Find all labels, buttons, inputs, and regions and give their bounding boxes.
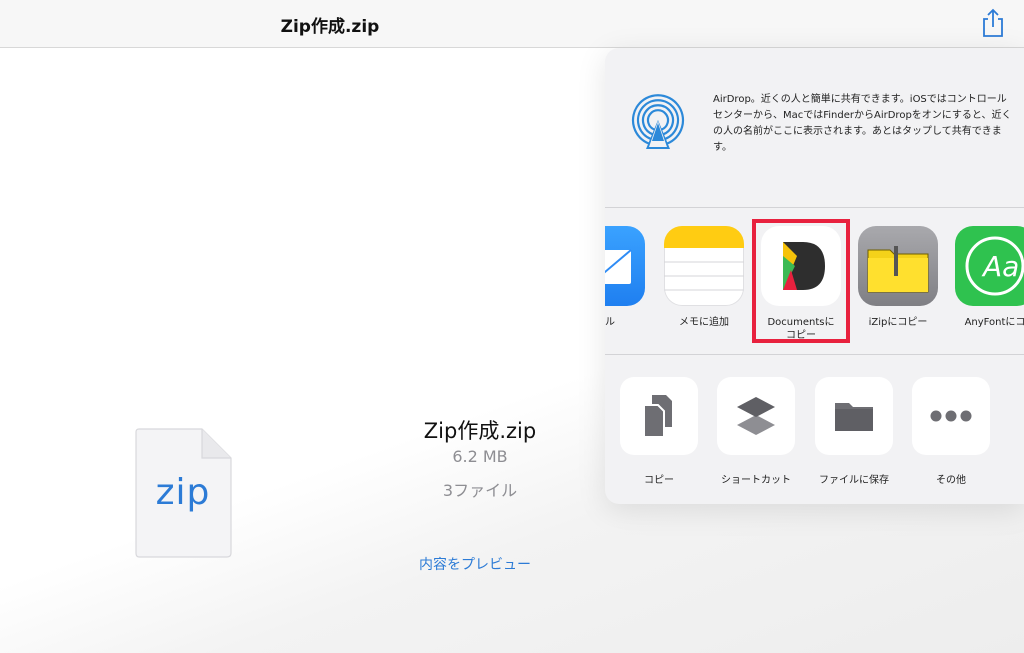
notes-icon — [664, 226, 744, 306]
more-icon — [912, 377, 990, 455]
file-size: 6.2 MB — [452, 447, 508, 466]
action-shortcuts[interactable]: ショートカット — [717, 377, 795, 487]
app-anyfont[interactable]: Aa AnyFontにコ — [955, 226, 1024, 346]
app-label: AnyFontにコ — [964, 317, 1024, 328]
copy-icon — [620, 377, 698, 455]
action-label: その他 — [936, 475, 966, 486]
share-icon[interactable] — [980, 8, 1006, 38]
app-label: ール — [605, 317, 615, 328]
share-sheet: AirDrop。近くの人と簡単に共有できます。iOSではコントロールセンターから… — [605, 48, 1024, 504]
action-more[interactable]: その他 — [912, 377, 990, 487]
navigation-bar: Zip作成.zip — [0, 0, 1024, 48]
app-label: iZipにコピー — [868, 317, 928, 328]
svg-text:Aa: Aa — [981, 250, 1019, 283]
apps-row: ール メモに追加 — [605, 208, 1024, 354]
file-type-label: zip — [155, 472, 211, 513]
selection-highlight — [752, 219, 850, 343]
app-notes[interactable]: メモに追加 — [664, 226, 744, 346]
actions-row: コピー ショートカット ファイルに保存 その他 — [605, 355, 1024, 504]
airdrop-icon — [631, 94, 685, 149]
action-label: ショートカット — [721, 475, 791, 486]
file-count: 3ファイル — [442, 481, 518, 500]
action-label: ファイルに保存 — [819, 475, 889, 486]
mail-icon — [605, 226, 645, 306]
action-copy[interactable]: コピー — [620, 377, 698, 487]
anyfont-icon: Aa — [955, 226, 1024, 306]
file-name: Zip作成.zip — [423, 419, 537, 443]
airdrop-description: AirDrop。近くの人と簡単に共有できます。iOSではコントロールセンターから… — [713, 94, 1012, 153]
shortcuts-icon — [717, 377, 795, 455]
action-label: コピー — [644, 475, 674, 486]
page-title: Zip作成.zip — [280, 17, 380, 37]
action-save-to-files[interactable]: ファイルに保存 — [815, 377, 893, 487]
app-mail[interactable]: ール — [605, 226, 645, 346]
airdrop-section[interactable]: AirDrop。近くの人と簡単に共有できます。iOSではコントロールセンターから… — [605, 48, 1024, 207]
app-label: メモに追加 — [679, 317, 729, 328]
app-izip[interactable]: iZipにコピー — [858, 226, 938, 346]
folder-icon — [815, 377, 893, 455]
izip-icon — [858, 226, 938, 306]
preview-link[interactable]: 内容をプレビュー — [400, 554, 550, 574]
